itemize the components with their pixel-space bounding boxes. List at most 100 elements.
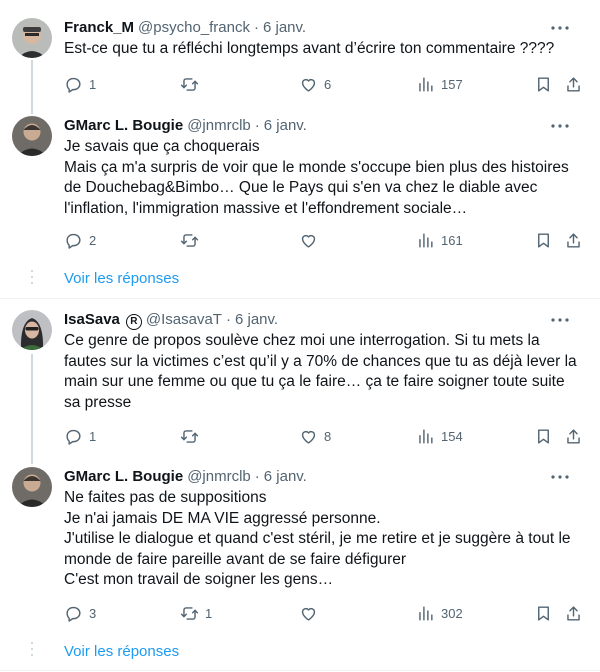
reply-count: 1 <box>89 428 97 444</box>
views-button[interactable]: 157 <box>416 74 463 94</box>
tweet-date[interactable]: 6 janv. <box>263 18 306 38</box>
share-button[interactable] <box>564 74 583 94</box>
like-count: 8 <box>324 428 332 444</box>
thread-dots <box>31 270 33 288</box>
share-icon <box>567 76 580 92</box>
retweet-button[interactable] <box>180 74 205 94</box>
share-button[interactable] <box>564 426 583 446</box>
reply-count: 2 <box>89 232 97 248</box>
author-handle[interactable]: @jnmrclb <box>187 116 251 136</box>
avatar[interactable] <box>12 18 52 58</box>
tweet-header: IsaSava R @IsasavaT · 6 janv. <box>64 310 584 330</box>
retweet-icon <box>180 606 199 620</box>
more-icon[interactable] <box>550 18 570 38</box>
retweet-icon <box>180 233 199 247</box>
bookmark-button[interactable] <box>534 603 553 623</box>
share-icon <box>567 605 580 621</box>
tweet-date[interactable]: 6 janv. <box>264 116 307 136</box>
views-button[interactable]: 302 <box>416 603 463 623</box>
reply-icon <box>66 606 81 622</box>
like-icon <box>301 607 316 621</box>
tweet[interactable]: Franck_M @psycho_franck · 6 janv. Est-ce… <box>0 0 600 106</box>
separator-dot: · <box>225 311 231 328</box>
tweet-date[interactable]: 6 janv. <box>264 467 307 487</box>
bookmark-icon <box>538 76 549 92</box>
tweet[interactable]: IsaSava R @IsasavaT · 6 janv. Ce genre d… <box>0 299 600 455</box>
views-icon <box>419 76 433 92</box>
more-icon[interactable] <box>550 116 570 136</box>
bookmark-button[interactable] <box>534 74 553 94</box>
like-button[interactable]: 8 <box>299 426 331 446</box>
thread-line <box>31 455 33 464</box>
share-button[interactable] <box>564 603 583 623</box>
tweet-text: Ce genre de propos soulève chez moi une … <box>64 332 581 411</box>
separator-dot: · <box>254 468 260 485</box>
bookmark-button[interactable] <box>534 230 553 250</box>
avatar[interactable] <box>12 467 52 507</box>
views-icon <box>419 232 433 248</box>
like-icon <box>301 234 316 248</box>
reply-button[interactable]: 1 <box>64 74 96 94</box>
thread-line <box>31 106 33 114</box>
separator-dot: · <box>253 19 259 36</box>
author-name[interactable]: Franck_M <box>64 18 134 38</box>
author-handle[interactable]: @IsasavaT <box>146 310 222 330</box>
tweet-actions: 1 8 154 <box>64 426 584 446</box>
tweet-date[interactable]: 6 janv. <box>235 310 278 330</box>
share-button[interactable] <box>564 230 583 250</box>
like-count: 6 <box>324 76 332 92</box>
tweet-text: Je savais que ça choquerais Mais ça m'a … <box>64 138 569 217</box>
retweet-button[interactable]: 1 <box>180 603 212 623</box>
more-icon[interactable] <box>550 310 570 330</box>
separator-dot: · <box>254 117 260 134</box>
more-icon[interactable] <box>550 467 570 487</box>
author-name[interactable]: GMarc L. Bougie <box>64 116 183 136</box>
tweet[interactable]: GMarc L. Bougie @jnmrclb · 6 janv. Je sa… <box>0 106 600 262</box>
tweet-text: Est-ce que tu a réfléchi longtemps avant… <box>64 40 555 57</box>
view-count: 157 <box>441 76 463 92</box>
author-name[interactable]: IsaSava <box>64 310 120 330</box>
tweet-header: GMarc L. Bougie @jnmrclb · 6 janv. <box>64 467 584 487</box>
views-icon <box>419 605 433 621</box>
retweet-icon <box>180 77 199 91</box>
views-icon <box>419 428 433 444</box>
tweet-header: GMarc L. Bougie @jnmrclb · 6 janv. <box>64 116 584 136</box>
author-handle[interactable]: @jnmrclb <box>187 467 251 487</box>
bookmark-icon <box>538 232 549 248</box>
like-button[interactable] <box>299 230 324 250</box>
reply-button[interactable]: 1 <box>64 426 96 446</box>
registered-icon: R <box>125 314 142 330</box>
reply-button[interactable]: 3 <box>64 603 96 623</box>
reply-button[interactable]: 2 <box>64 230 96 250</box>
tweet-text: Ne faites pas de suppositions Je n'ai ja… <box>64 489 571 588</box>
avatar[interactable] <box>12 310 52 350</box>
retweet-button[interactable] <box>180 230 205 250</box>
reply-icon <box>66 429 81 445</box>
show-replies-link[interactable]: Voir les réponses <box>64 643 179 660</box>
like-button[interactable]: 6 <box>299 74 331 94</box>
tweet-actions: 1 6 157 <box>64 74 584 94</box>
view-count: 154 <box>441 428 463 444</box>
avatar[interactable] <box>12 116 52 156</box>
retweet-icon <box>180 429 199 443</box>
views-button[interactable]: 161 <box>416 230 463 250</box>
view-count: 161 <box>441 232 463 248</box>
retweet-button[interactable] <box>180 426 205 446</box>
author-handle[interactable]: @psycho_franck <box>138 18 250 38</box>
views-button[interactable]: 154 <box>416 426 463 446</box>
bookmark-icon <box>538 428 549 444</box>
share-icon <box>567 232 580 248</box>
tweet[interactable]: GMarc L. Bougie @jnmrclb · 6 janv. Ne fa… <box>0 455 600 632</box>
like-icon <box>301 430 316 444</box>
bookmark-button[interactable] <box>534 426 553 446</box>
author-name[interactable]: GMarc L. Bougie <box>64 467 183 487</box>
view-count: 302 <box>441 605 463 621</box>
divider <box>0 670 600 671</box>
show-replies-link[interactable]: Voir les réponses <box>64 270 179 287</box>
like-button[interactable] <box>299 603 324 623</box>
thread-line <box>31 60 33 106</box>
reply-icon <box>66 77 81 93</box>
tweet-actions: 2 161 <box>64 230 584 250</box>
reply-count: 3 <box>89 605 97 621</box>
bookmark-icon <box>538 605 549 621</box>
